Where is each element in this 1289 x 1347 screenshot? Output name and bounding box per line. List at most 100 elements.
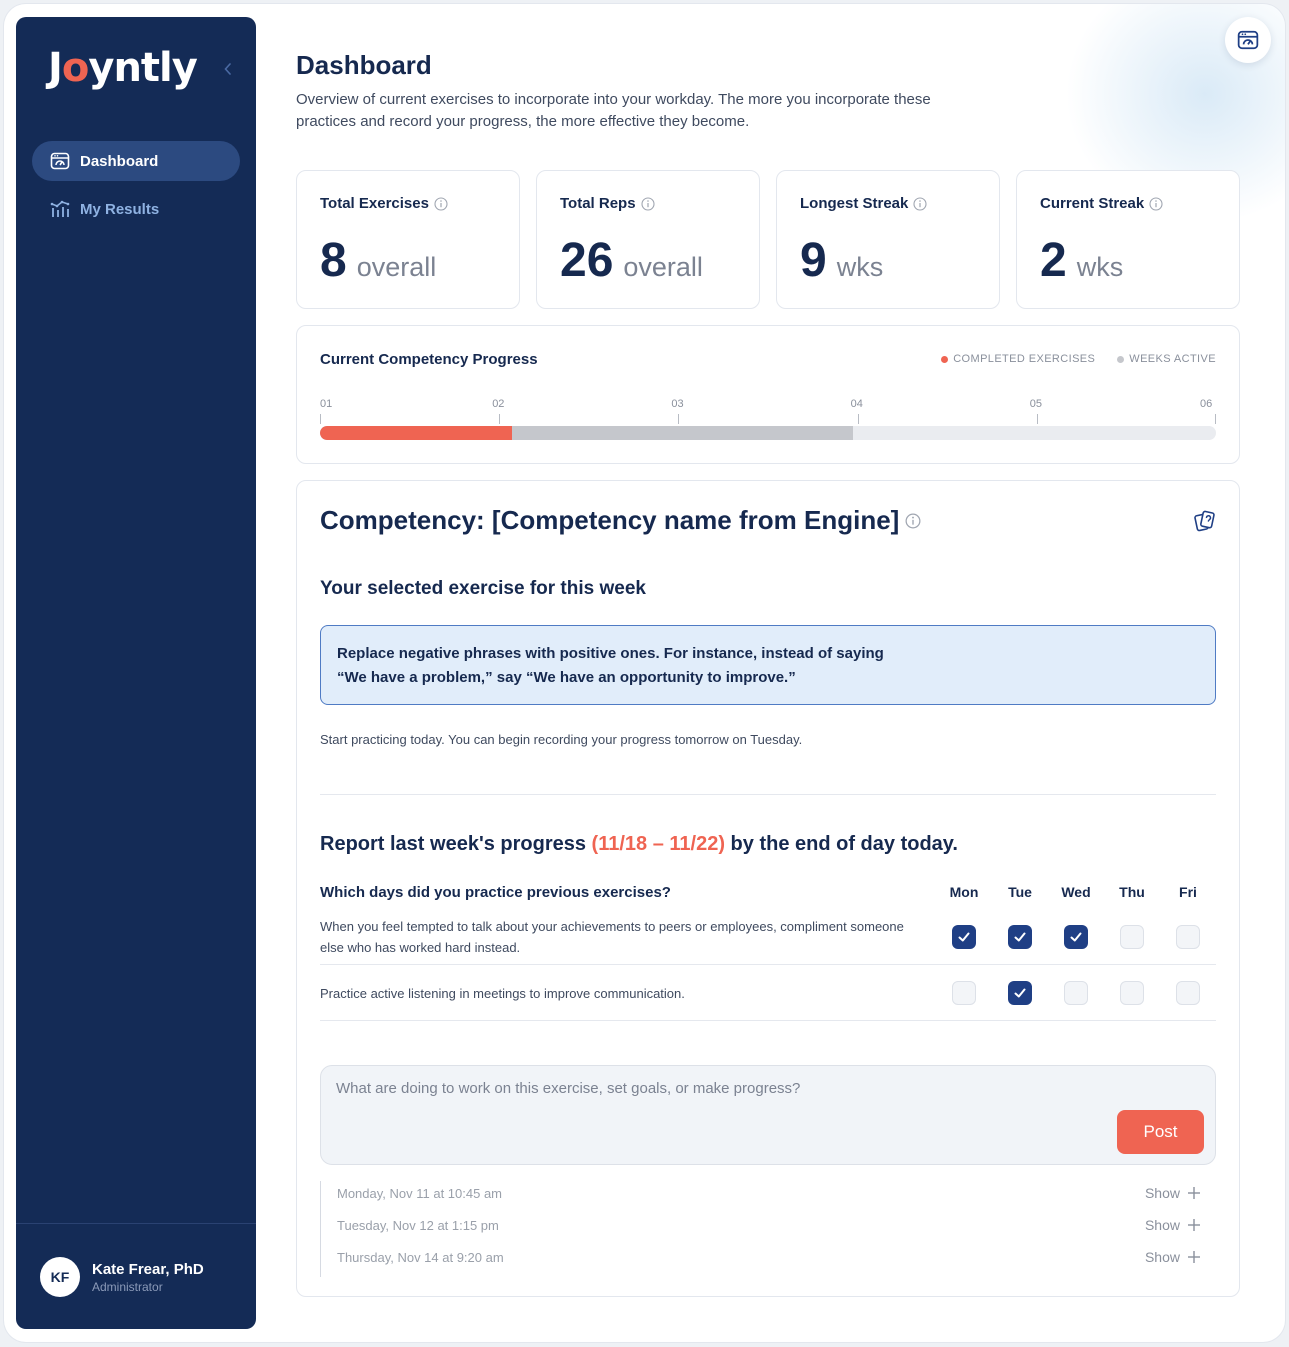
progress-tick-mark [857,414,859,424]
divider [320,964,1216,965]
day-checkbox-tue[interactable] [1008,981,1032,1005]
legend-dot [1117,355,1125,363]
history-entry: Thursday, Nov 14 at 9:20 am Show [337,1247,1200,1267]
divider [320,794,1216,795]
show-entry-button[interactable]: Show [1145,1249,1200,1265]
stat-unit: wks [836,252,884,282]
day-header-thu: Thu [1119,884,1145,900]
stat-card-current-streak: Current Streak 2 wks [1016,170,1240,309]
exercise-text-line: Replace negative phrases with positive o… [337,645,884,662]
stat-label: Current Streak [1040,195,1145,212]
progress-history: Monday, Nov 11 at 10:45 am Show Tuesday,… [320,1181,1216,1277]
competency-title: Competency: [Competency name from Engine… [320,505,900,535]
practice-question: Which days did you practice previous exe… [320,884,671,901]
stat-value: 2 [1040,234,1067,287]
progress-legend: COMPLETED EXERCISES WEEKS ACTIVE [941,353,1216,365]
history-date: Monday, Nov 11 at 10:45 am [337,1185,503,1201]
progress-tick-mark [678,414,680,424]
stat-value: 8 [320,234,347,287]
progress-tick-label: 03 [671,398,684,410]
progress-title: Current Competency Progress [320,351,538,368]
day-checkbox-thu[interactable] [1120,981,1144,1005]
plus-icon [1188,1187,1200,1199]
day-checkbox-mon[interactable] [952,981,976,1005]
sidebar-item-label: My Results [80,200,160,218]
competency-progress-card: Current Competency Progress COMPLETED EX… [296,325,1240,464]
progress-tick-label: 01 [320,398,333,410]
collapse-sidebar-button[interactable] [220,61,236,77]
history-date: Thursday, Nov 14 at 9:20 am [337,1249,504,1265]
page-title: Dashboard [296,50,432,80]
show-entry-button[interactable]: Show [1145,1217,1200,1233]
progress-note-input[interactable] [336,1080,1096,1120]
history-date: Tuesday, Nov 12 at 1:15 pm [337,1217,499,1233]
brand-logo[interactable]: Joyntly [48,45,198,91]
info-icon[interactable] [905,513,921,529]
stat-card-total-reps: Total Reps 26 overall [536,170,760,309]
user-profile[interactable]: KF Kate Frear, PhD Administrator [40,1257,204,1297]
day-checkbox-wed[interactable] [1064,981,1088,1005]
stat-value: 26 [560,234,614,287]
avatar: KF [40,1257,80,1297]
exercise-cards-button[interactable] [1193,509,1217,533]
show-entry-button[interactable]: Show [1145,1185,1200,1201]
stat-card-longest-streak: Longest Streak 9 wks [776,170,1000,309]
completed-exercises-bar [320,426,512,440]
day-header-tue: Tue [1008,884,1032,900]
day-checkbox-fri[interactable] [1176,981,1200,1005]
stat-card-total-exercises: Total Exercises 8 overall [296,170,520,309]
legend-item-completed: COMPLETED EXERCISES [941,353,1095,365]
day-checkbox-mon[interactable] [952,925,976,949]
legend-dot [941,355,949,363]
plus-icon [1188,1219,1200,1231]
progress-tick-mark [499,414,501,424]
sidebar-item-dashboard[interactable]: Dashboard [32,141,240,181]
info-icon[interactable] [641,196,655,211]
info-icon[interactable] [1149,196,1163,211]
report-title: Report last week's progress (11/18 – 11/… [320,833,958,855]
day-checkbox-thu[interactable] [1120,925,1144,949]
exercise-heading: Your selected exercise for this week [320,578,646,599]
cards-icon [1194,510,1215,532]
checkmark-icon [1014,932,1026,942]
legend-item-weeks: WEEKS ACTIVE [1117,353,1216,365]
stat-label: Total Reps [560,195,636,212]
post-button[interactable]: Post [1117,1110,1204,1154]
checkmark-icon [1014,988,1026,998]
sidebar-item-my-results[interactable]: My Results [32,189,240,229]
progress-composer: Post [320,1065,1216,1165]
info-icon[interactable] [434,196,448,211]
stat-unit: overall [623,252,703,282]
plus-icon [1188,1251,1200,1263]
day-header-mon: Mon [949,884,979,900]
day-checkbox-wed[interactable] [1064,925,1088,949]
exercise-text-line: “We have a problem,” say “We have an opp… [337,669,796,686]
day-checkbox-tue[interactable] [1008,925,1032,949]
day-header-wed: Wed [1061,884,1091,900]
chevron-left-icon [224,63,231,75]
sidebar-item-label: Dashboard [80,152,159,170]
stat-label: Total Exercises [320,195,429,212]
checkmark-icon [958,932,970,942]
info-icon[interactable] [913,196,927,211]
user-role: Administrator [92,1279,163,1294]
divider [320,1020,1216,1021]
progress-tick-label: 05 [1029,398,1043,410]
start-note: Start practicing today. You can begin re… [320,732,803,747]
day-checkbox-fri[interactable] [1176,925,1200,949]
stat-unit: overall [356,252,437,282]
app-window: Joyntly Dashboard My Results KF Kate Fre… [4,4,1285,1342]
progress-tick-mark [1036,414,1038,424]
dashboard-icon [50,151,70,171]
progress-tick-label: 04 [850,398,863,410]
dashboard-icon [1237,30,1259,50]
bar-chart-icon [50,199,70,219]
sidebar-divider [16,1223,256,1224]
stat-unit: wks [1076,252,1124,282]
dashboard-shortcut-button[interactable] [1225,17,1271,63]
competency-card: Competency: [Competency name from Engine… [296,480,1240,1297]
stat-label: Longest Streak [800,195,909,212]
progress-tick-mark [320,414,321,424]
progress-tick-mark [1215,414,1216,424]
progress-tick-label: 06 [1200,398,1213,410]
